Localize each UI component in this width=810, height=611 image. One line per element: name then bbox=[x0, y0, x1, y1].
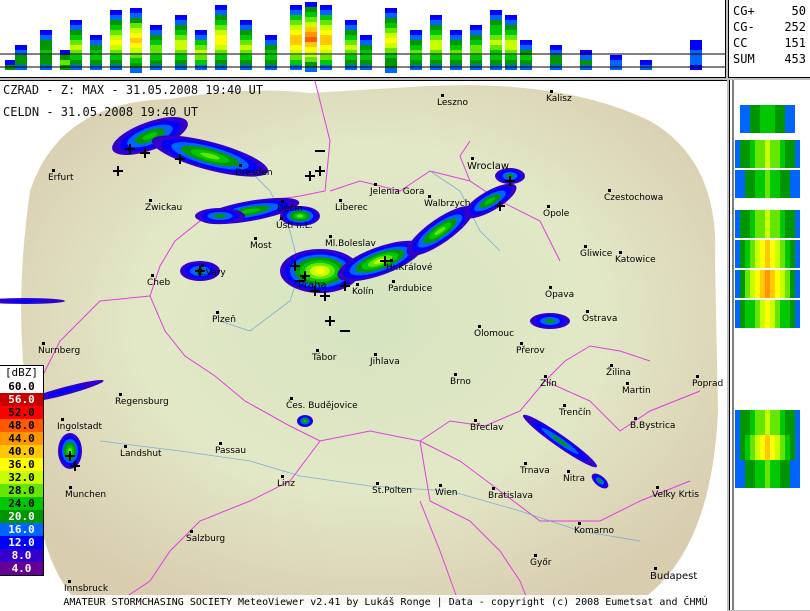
stat-value: 453 bbox=[784, 52, 806, 66]
city-label: Landshut bbox=[120, 449, 162, 459]
city-label: Salzburg bbox=[186, 534, 226, 544]
city-label: Poprad bbox=[692, 379, 724, 389]
city-label: Erfurt bbox=[48, 173, 74, 183]
meteoviewer-window: CG+ 50 CG- 252 CC 151 SUM 453 CZRAD - Z:… bbox=[0, 0, 810, 611]
city-label: Komarno bbox=[574, 526, 614, 536]
city-label: Wroclaw bbox=[467, 161, 510, 172]
stat-label: CC bbox=[733, 36, 748, 50]
city-label: Přerov bbox=[516, 346, 545, 356]
stat-label: CG- bbox=[733, 20, 755, 34]
city-label: Čes. Budějovice bbox=[286, 401, 358, 411]
city-label: Pardubice bbox=[388, 284, 433, 294]
map-graphic bbox=[0, 81, 719, 607]
city-label: Trenčín bbox=[559, 408, 592, 418]
stat-value: 151 bbox=[784, 36, 806, 50]
stat-value: 252 bbox=[784, 20, 806, 34]
city-label: St.Polten bbox=[372, 486, 412, 496]
stat-row-cg-minus: CG- 252 bbox=[733, 19, 806, 35]
legend-entry: 32.0 bbox=[0, 471, 43, 484]
stat-label: SUM bbox=[733, 52, 755, 66]
stat-row-sum: SUM 453 bbox=[733, 51, 806, 67]
city-label: Gliwice bbox=[580, 249, 613, 259]
top-profile-graphic bbox=[0, 2, 725, 73]
legend-title: [dBZ] bbox=[4, 366, 39, 379]
city-label: Ústí n.L. bbox=[276, 221, 313, 231]
right-profile-graphic bbox=[732, 80, 800, 610]
legend-entry: 56.0 bbox=[0, 393, 43, 406]
city-label: Opava bbox=[545, 290, 575, 300]
city-label: Martin bbox=[622, 386, 651, 396]
city-label: Olomouc bbox=[474, 329, 515, 339]
city-label: Ml.Boleslav bbox=[325, 239, 376, 249]
city-label: Katowice bbox=[615, 255, 656, 265]
city-label: Jelenia Gora bbox=[370, 187, 425, 197]
city-label: Innsbruck bbox=[64, 584, 109, 594]
radar-composite-header: CZRAD - Z: MAX - 31.05.2008 19:40 UT bbox=[3, 83, 264, 97]
city-label: Zlín bbox=[540, 379, 557, 389]
city-label: Nurnberg bbox=[38, 346, 81, 356]
city-label: Regensburg bbox=[115, 397, 169, 407]
city-label: Nitra bbox=[563, 474, 585, 484]
city-label: K.Vary bbox=[197, 268, 226, 278]
city-label: Trnava bbox=[520, 466, 550, 476]
city-label: Opole bbox=[543, 209, 570, 219]
city-label: Walbrzych bbox=[424, 199, 471, 209]
legend-entry: 4.0 bbox=[0, 562, 43, 575]
city-label: Kolín bbox=[352, 287, 374, 297]
legend-entry: 8.0 bbox=[0, 549, 43, 562]
right-reflectivity-profile bbox=[729, 80, 810, 610]
city-label: Liberec bbox=[335, 203, 368, 213]
city-label: Žilina bbox=[606, 368, 631, 378]
stat-row-cc: CC 151 bbox=[733, 35, 806, 51]
city-label: Passau bbox=[215, 446, 247, 456]
city-label: Brno bbox=[450, 377, 471, 387]
legend-entry: 16.0 bbox=[0, 523, 43, 536]
stat-row-cg-plus: CG+ 50 bbox=[733, 3, 806, 19]
city-label: Kalisz bbox=[546, 94, 572, 104]
dbz-legend: [dBZ] 60.0 56.0 52.0 48.0 44.0 40.0 36.0 32.0 28… bbox=[0, 365, 44, 576]
stat-label: CG+ bbox=[733, 4, 755, 18]
city-label: Bratislava bbox=[488, 491, 533, 501]
footer-credits: AMATEUR STORMCHASING SOCIETY MeteoViewer… bbox=[44, 595, 727, 610]
city-label: Plzeň bbox=[212, 315, 236, 325]
legend-entry: 40.0 bbox=[0, 445, 43, 458]
city-label: Linz bbox=[277, 479, 295, 489]
legend-entry: 28.0 bbox=[0, 484, 43, 497]
legend-entry: 48.0 bbox=[0, 419, 43, 432]
legend-entry: 36.0 bbox=[0, 458, 43, 471]
city-label: Děčín bbox=[277, 204, 303, 214]
city-label: Tábor bbox=[312, 353, 337, 363]
legend-entry: 20.0 bbox=[0, 510, 43, 523]
city-label: Praha bbox=[298, 280, 327, 291]
legend-entry: 44.0 bbox=[0, 432, 43, 445]
city-label: Hr.Králové bbox=[386, 263, 433, 273]
city-label: Wien bbox=[435, 488, 458, 498]
city-label: Jihlava bbox=[370, 357, 400, 367]
legend-entry: 12.0 bbox=[0, 536, 43, 549]
lightning-network-header: CELDN - 31.05.2008 19:40 UT bbox=[3, 105, 199, 119]
radar-map[interactable]: CZRAD - Z: MAX - 31.05.2008 19:40 UT CEL… bbox=[0, 80, 727, 611]
legend-entry: 24.0 bbox=[0, 497, 43, 510]
city-label: Zwickau bbox=[145, 203, 183, 213]
city-label: B.Bystrica bbox=[630, 421, 676, 431]
city-label: Most bbox=[250, 241, 272, 251]
city-label: Munchen bbox=[65, 490, 107, 500]
city-label: Leszno bbox=[437, 98, 469, 108]
legend-entry: 60.0 bbox=[0, 380, 43, 393]
lightning-stats-box: CG+ 50 CG- 252 CC 151 SUM 453 bbox=[728, 0, 810, 78]
city-label: Czestochowa bbox=[604, 193, 664, 203]
legend-entry: 52.0 bbox=[0, 406, 43, 419]
city-label: Velky Krtis bbox=[652, 490, 699, 500]
city-label: Budapest bbox=[650, 571, 698, 582]
city-label: Ingolstadt bbox=[57, 422, 103, 432]
top-reflectivity-profile bbox=[0, 0, 726, 78]
city-label: Ostrava bbox=[582, 314, 618, 324]
city-label: Cheb bbox=[147, 278, 171, 288]
city-label: Győr bbox=[530, 558, 552, 568]
stat-value: 50 bbox=[791, 4, 806, 18]
city-label: Břeclav bbox=[470, 423, 504, 433]
city-label: Dresden bbox=[235, 168, 273, 178]
